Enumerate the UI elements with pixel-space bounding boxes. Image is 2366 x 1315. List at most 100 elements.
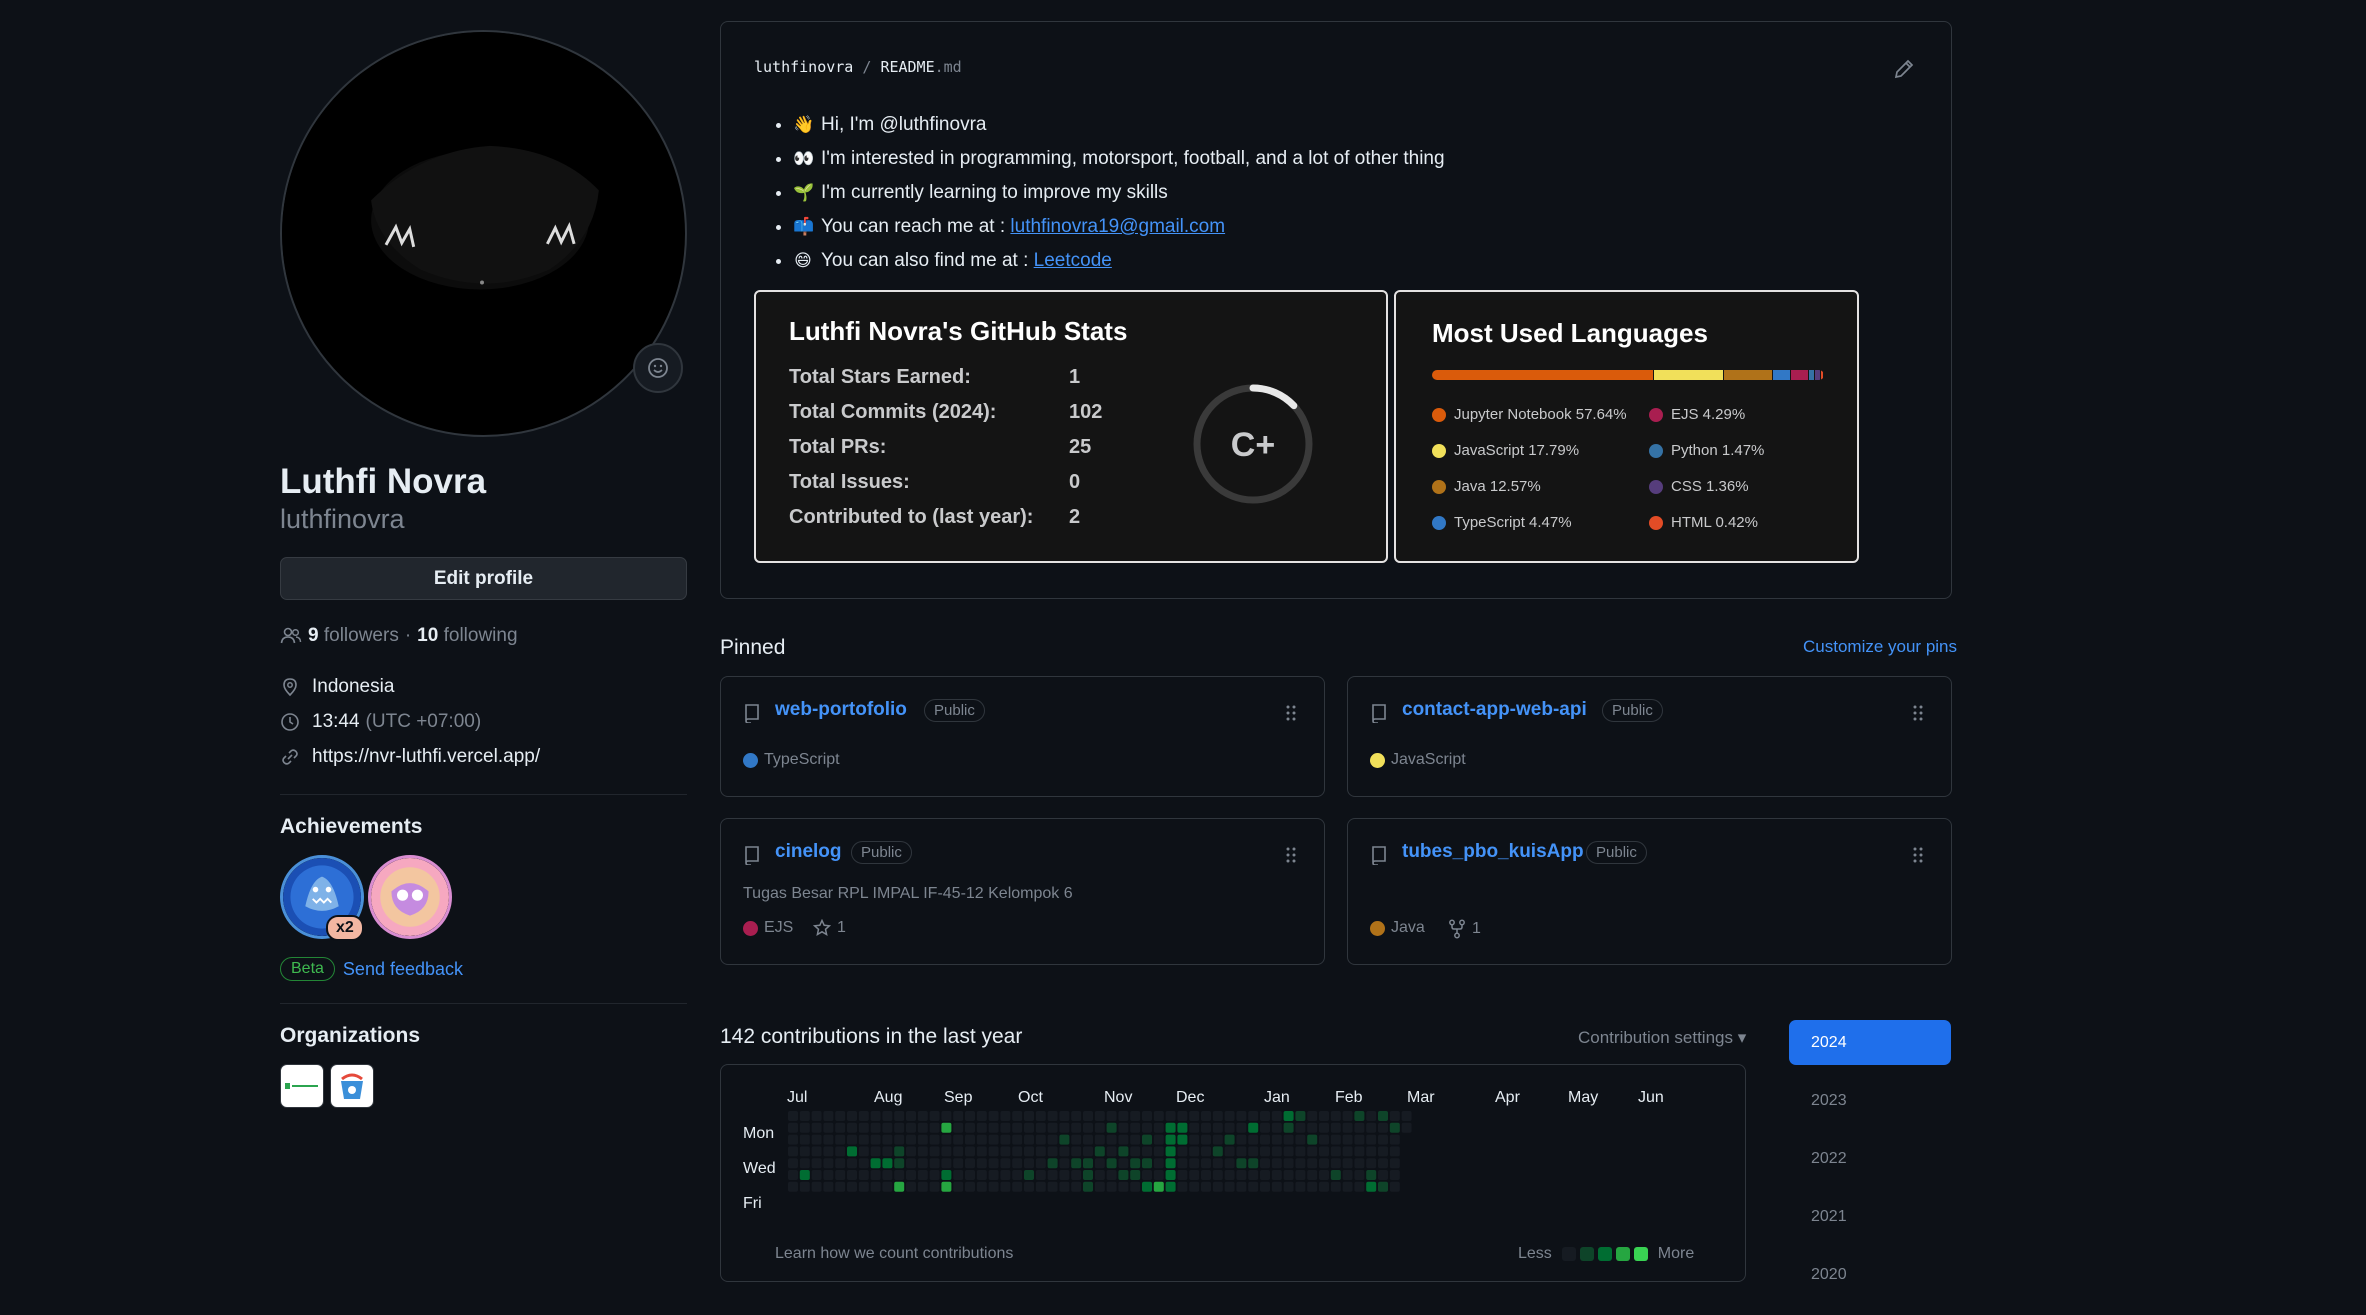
contribution-day-cell[interactable]	[1106, 1122, 1117, 1133]
contribution-day-cell[interactable]	[1342, 1134, 1353, 1145]
contribution-day-cell[interactable]	[811, 1122, 822, 1133]
following-link[interactable]: 10 following	[417, 625, 517, 647]
contribution-day-cell[interactable]	[1224, 1158, 1235, 1169]
contribution-day-cell[interactable]	[1000, 1134, 1011, 1145]
contribution-day-cell[interactable]	[799, 1122, 810, 1133]
contribution-day-cell[interactable]	[1354, 1111, 1365, 1121]
contribution-day-cell[interactable]	[894, 1134, 905, 1145]
repo-forks-link[interactable]: 1	[1448, 919, 1481, 939]
contribution-day-cell[interactable]	[1012, 1111, 1023, 1121]
contribution-day-cell[interactable]	[1130, 1111, 1141, 1121]
contribution-day-cell[interactable]	[882, 1122, 893, 1133]
contribution-day-cell[interactable]	[1283, 1170, 1294, 1180]
contribution-day-cell[interactable]	[1165, 1122, 1176, 1133]
contribution-day-cell[interactable]	[1389, 1146, 1400, 1157]
contribution-day-cell[interactable]	[1071, 1170, 1082, 1180]
contribution-day-cell[interactable]	[1130, 1146, 1141, 1157]
contribution-day-cell[interactable]	[1035, 1122, 1046, 1133]
contribution-day-cell[interactable]	[1224, 1181, 1235, 1192]
contribution-day-cell[interactable]	[1366, 1134, 1377, 1145]
contribution-day-cell[interactable]	[1224, 1146, 1235, 1157]
contribution-day-cell[interactable]	[847, 1146, 857, 1157]
contribution-day-cell[interactable]	[1118, 1134, 1129, 1145]
contribution-day-cell[interactable]	[1142, 1158, 1152, 1169]
contribution-day-cell[interactable]	[1153, 1181, 1164, 1192]
contribution-day-cell[interactable]	[1153, 1134, 1164, 1145]
contribution-day-cell[interactable]	[1012, 1170, 1023, 1180]
contribution-day-cell[interactable]	[1319, 1134, 1329, 1145]
year-option[interactable]: 2020	[1789, 1252, 1951, 1297]
contribution-day-cell[interactable]	[988, 1146, 999, 1157]
contribution-day-cell[interactable]	[1389, 1158, 1400, 1169]
contribution-day-cell[interactable]	[1059, 1181, 1070, 1192]
contribution-day-cell[interactable]	[1106, 1134, 1117, 1145]
contribution-day-cell[interactable]	[870, 1181, 881, 1192]
contribution-day-cell[interactable]	[965, 1134, 975, 1145]
contribution-day-cell[interactable]	[965, 1170, 975, 1180]
contribution-day-cell[interactable]	[835, 1181, 846, 1192]
contribution-day-cell[interactable]	[1035, 1111, 1046, 1121]
contribution-day-cell[interactable]	[811, 1146, 822, 1157]
contribution-day-cell[interactable]	[1342, 1170, 1353, 1180]
contribution-day-cell[interactable]	[1330, 1134, 1341, 1145]
contribution-day-cell[interactable]	[1012, 1158, 1023, 1169]
contribution-day-cell[interactable]	[906, 1111, 916, 1121]
contribution-day-cell[interactable]	[1177, 1122, 1188, 1133]
contribution-day-cell[interactable]	[1165, 1146, 1176, 1157]
contribution-day-cell[interactable]	[894, 1146, 905, 1157]
contribution-day-cell[interactable]	[1165, 1170, 1176, 1180]
contribution-day-cell[interactable]	[1271, 1146, 1282, 1157]
contribution-day-cell[interactable]	[894, 1111, 905, 1121]
contribution-day-cell[interactable]	[1366, 1158, 1377, 1169]
send-feedback-link[interactable]: Send feedback	[343, 959, 463, 980]
contribution-day-cell[interactable]	[1177, 1158, 1188, 1169]
contribution-day-cell[interactable]	[1307, 1146, 1318, 1157]
contribution-day-cell[interactable]	[1047, 1146, 1058, 1157]
contribution-day-cell[interactable]	[799, 1146, 810, 1157]
contribution-day-cell[interactable]	[1260, 1146, 1270, 1157]
contribution-day-cell[interactable]	[1000, 1170, 1011, 1180]
contribution-day-cell[interactable]	[1201, 1111, 1211, 1121]
contribution-day-cell[interactable]	[1366, 1111, 1377, 1121]
contribution-day-cell[interactable]	[823, 1111, 834, 1121]
organization-avatar-growtech[interactable]	[280, 1064, 324, 1109]
contribution-day-cell[interactable]	[1236, 1134, 1247, 1145]
contribution-day-cell[interactable]	[882, 1170, 893, 1180]
contribution-day-cell[interactable]	[1059, 1146, 1070, 1157]
github-stats-card[interactable]: Luthfi Novra's GitHub Stats Total Stars …	[754, 290, 1388, 563]
contribution-day-cell[interactable]	[1071, 1111, 1082, 1121]
contribution-day-cell[interactable]	[1189, 1170, 1200, 1180]
year-option[interactable]: 2023	[1789, 1078, 1951, 1123]
contribution-day-cell[interactable]	[929, 1158, 940, 1169]
contribution-day-cell[interactable]	[1260, 1111, 1270, 1121]
contribution-day-cell[interactable]	[976, 1158, 987, 1169]
drag-handle-icon[interactable]	[1286, 847, 1296, 863]
contribution-day-cell[interactable]	[988, 1111, 999, 1121]
contribution-day-cell[interactable]	[1106, 1146, 1117, 1157]
contribution-day-cell[interactable]	[1012, 1146, 1023, 1157]
contribution-day-cell[interactable]	[988, 1170, 999, 1180]
contribution-day-cell[interactable]	[788, 1134, 798, 1145]
contribution-day-cell[interactable]	[847, 1170, 857, 1180]
contribution-day-cell[interactable]	[965, 1146, 975, 1157]
contribution-day-cell[interactable]	[1354, 1134, 1365, 1145]
contribution-day-cell[interactable]	[941, 1170, 952, 1180]
contribution-day-cell[interactable]	[1201, 1146, 1211, 1157]
contribution-day-cell[interactable]	[1201, 1134, 1211, 1145]
contribution-day-cell[interactable]	[1201, 1158, 1211, 1169]
contribution-day-cell[interactable]	[929, 1146, 940, 1157]
contribution-day-cell[interactable]	[835, 1158, 846, 1169]
contribution-day-cell[interactable]	[1177, 1146, 1188, 1157]
year-option[interactable]: 2022	[1789, 1136, 1951, 1181]
contribution-day-cell[interactable]	[823, 1158, 834, 1169]
contribution-day-cell[interactable]	[953, 1146, 964, 1157]
contribution-day-cell[interactable]	[1059, 1122, 1070, 1133]
contribution-day-cell[interactable]	[847, 1134, 857, 1145]
contribution-day-cell[interactable]	[882, 1111, 893, 1121]
contribution-day-cell[interactable]	[858, 1181, 869, 1192]
contribution-day-cell[interactable]	[799, 1170, 810, 1180]
contribution-day-cell[interactable]	[1212, 1158, 1223, 1169]
contribution-day-cell[interactable]	[1248, 1181, 1259, 1192]
contribution-day-cell[interactable]	[1319, 1146, 1329, 1157]
contribution-day-cell[interactable]	[858, 1170, 869, 1180]
